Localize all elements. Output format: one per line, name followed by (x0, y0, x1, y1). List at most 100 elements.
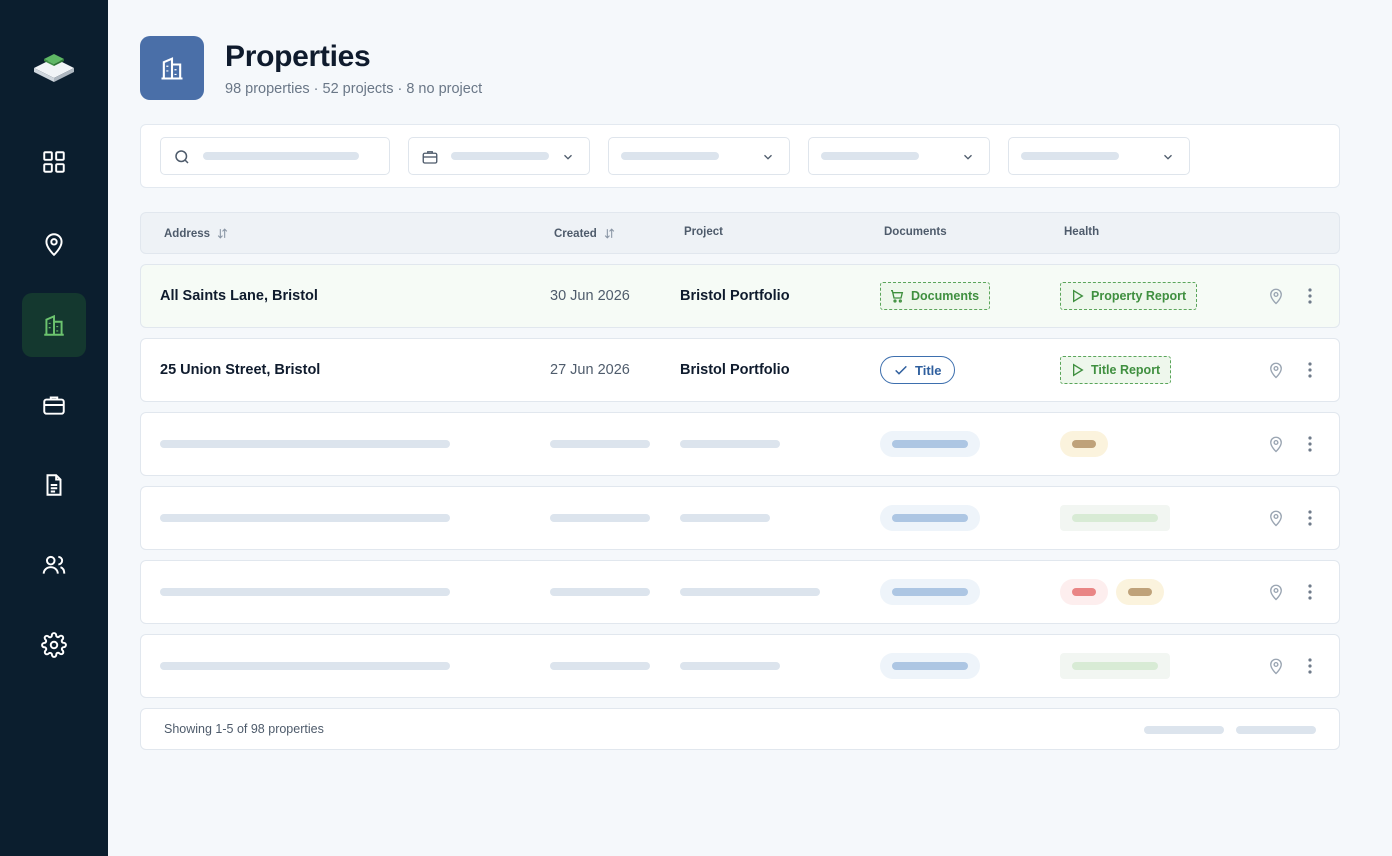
more-vertical-icon[interactable] (1303, 434, 1317, 454)
skeleton-address (160, 662, 450, 670)
skeleton-address (160, 588, 450, 596)
play-icon (1073, 363, 1084, 377)
column-header-documents: Documents (884, 226, 947, 238)
check-icon (895, 365, 907, 375)
skeleton-health (1060, 505, 1170, 531)
map-pin-icon[interactable] (1267, 582, 1285, 602)
filter-placeholder (821, 152, 919, 160)
more-vertical-icon[interactable] (1303, 582, 1317, 602)
search-input[interactable] (160, 137, 390, 175)
table-header: Address Created Project Documents Health (140, 212, 1340, 254)
skeleton-documents (880, 653, 980, 679)
filter-placeholder (1021, 152, 1119, 160)
skeleton-health (1060, 431, 1108, 457)
skeleton-documents (880, 431, 980, 457)
table-row[interactable]: 25 Union Street, Bristol 27 Jun 2026 Bri… (140, 338, 1340, 402)
play-icon (1073, 289, 1084, 303)
row-project[interactable]: Bristol Portfolio (680, 288, 790, 304)
sidebar-item-dashboard[interactable] (22, 130, 86, 194)
page-title: Properties (225, 40, 371, 73)
skeleton-created (550, 514, 650, 522)
sidebar-item-documents[interactable] (22, 453, 86, 517)
documents-badge[interactable]: Documents (880, 282, 991, 310)
map-pin-icon[interactable] (1267, 286, 1285, 306)
cart-icon (891, 290, 904, 303)
row-address: 25 Union Street, Bristol (160, 362, 321, 378)
chevron-down-icon (964, 154, 972, 160)
project-filter-dropdown[interactable] (408, 137, 590, 175)
search-icon (175, 150, 189, 164)
table-row-skeleton (140, 412, 1340, 476)
table-row[interactable]: All Saints Lane, Bristol 30 Jun 2026 Bri… (140, 264, 1340, 328)
documents-badge[interactable]: Title (880, 356, 955, 384)
briefcase-icon (422, 151, 438, 164)
map-pin-icon[interactable] (1267, 360, 1285, 380)
document-icon (46, 474, 62, 496)
pagination-prev-placeholder[interactable] (1144, 726, 1224, 734)
skeleton-created (550, 588, 650, 596)
column-header-address[interactable]: Address (164, 227, 229, 240)
filter-placeholder (451, 152, 549, 160)
filter-bar (140, 124, 1340, 188)
page-icon (140, 36, 204, 100)
chevron-down-icon (1164, 154, 1172, 160)
more-vertical-icon[interactable] (1303, 286, 1317, 306)
more-vertical-icon[interactable] (1303, 360, 1317, 380)
skeleton-project (680, 440, 780, 448)
skeleton-project (680, 662, 780, 670)
skeleton-created (550, 662, 650, 670)
sidebar-item-projects[interactable] (22, 373, 86, 437)
map-pin-icon[interactable] (1267, 508, 1285, 528)
pagination-summary: Showing 1-5 of 98 properties (164, 722, 324, 736)
table-row-skeleton (140, 560, 1340, 624)
table-row-skeleton (140, 634, 1340, 698)
skeleton-documents (880, 505, 980, 531)
health-badge[interactable]: Property Report (1060, 282, 1198, 310)
sidebar-item-properties[interactable] (22, 293, 86, 357)
users-icon (42, 555, 66, 574)
pagination-next-placeholder[interactable] (1236, 726, 1316, 734)
more-vertical-icon[interactable] (1303, 508, 1317, 528)
skeleton-health (1116, 579, 1164, 605)
search-placeholder (203, 152, 359, 160)
skeleton-health (1060, 653, 1170, 679)
skeleton-project (680, 588, 820, 596)
gear-icon (41, 632, 67, 658)
building-icon (44, 314, 64, 336)
column-header-created[interactable]: Created (554, 227, 616, 240)
sidebar-item-map[interactable] (22, 212, 86, 276)
page-subtitle: 98 properties · 52 projects · 8 no proje… (225, 81, 483, 97)
sidebar-item-settings[interactable] (22, 613, 86, 677)
row-created: 30 Jun 2026 (550, 288, 630, 304)
briefcase-icon (43, 396, 65, 415)
logo[interactable] (32, 52, 76, 86)
health-badge[interactable]: Title Report (1060, 356, 1172, 384)
building-icon (161, 57, 183, 80)
row-created: 27 Jun 2026 (550, 362, 630, 378)
filter-dropdown-2[interactable] (608, 137, 790, 175)
sidebar-item-users[interactable] (22, 533, 86, 597)
more-vertical-icon[interactable] (1303, 656, 1317, 676)
row-address: All Saints Lane, Bristol (160, 288, 318, 304)
sort-icon (604, 228, 615, 239)
column-header-health: Health (1064, 226, 1100, 238)
filter-placeholder (621, 152, 719, 160)
row-project[interactable]: Bristol Portfolio (680, 362, 790, 378)
map-pin-icon[interactable] (1267, 656, 1285, 676)
chevron-down-icon (564, 154, 572, 160)
table-footer: Showing 1-5 of 98 properties (140, 708, 1340, 750)
table-row-skeleton (140, 486, 1340, 550)
chevron-down-icon (764, 154, 772, 160)
map-pin-icon (45, 233, 63, 257)
sidebar (0, 0, 108, 856)
skeleton-address (160, 514, 450, 522)
map-pin-icon[interactable] (1267, 434, 1285, 454)
grid-icon (43, 151, 65, 173)
skeleton-health (1060, 579, 1108, 605)
skeleton-documents (880, 579, 980, 605)
filter-dropdown-3[interactable] (808, 137, 990, 175)
column-header-project: Project (684, 226, 723, 238)
sort-icon (217, 228, 228, 239)
filter-dropdown-4[interactable] (1008, 137, 1190, 175)
skeleton-address (160, 440, 450, 448)
